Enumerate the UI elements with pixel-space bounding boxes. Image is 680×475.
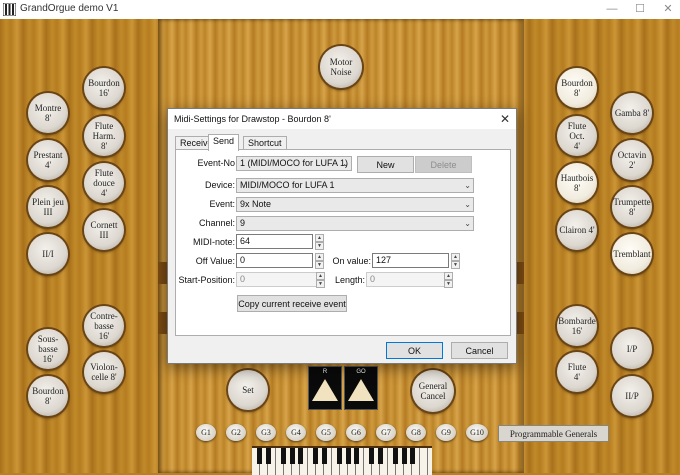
stop-bourdon-8-pedal[interactable]: Bourdon 8' bbox=[28, 376, 68, 416]
swell-go-indicator bbox=[348, 379, 374, 401]
cancel-button[interactable]: Cancel bbox=[451, 342, 508, 359]
stop-bombarde-16[interactable]: Bombarde 16' bbox=[557, 306, 597, 346]
dialog-title: Midi-Settings for Drawstop - Bourdon 8' bbox=[174, 114, 331, 124]
dialog-close-icon[interactable]: ✕ bbox=[500, 112, 510, 126]
general-g7[interactable]: G7 bbox=[376, 424, 396, 441]
length-input[interactable]: 0 bbox=[366, 272, 449, 287]
stop-flute-douce-4[interactable]: Flute douce 4' bbox=[84, 163, 124, 203]
general-g8[interactable]: G8 bbox=[406, 424, 426, 441]
motor-noise-button[interactable]: Motor Noise bbox=[320, 46, 362, 88]
stop-octavin-2[interactable]: Octavin 2' bbox=[612, 140, 652, 180]
stop-violoncelle-8[interactable]: Violon- celle 8' bbox=[84, 352, 124, 392]
on-value-input[interactable]: 127 bbox=[372, 253, 449, 268]
dialog-title-bar: Midi-Settings for Drawstop - Bourdon 8' … bbox=[168, 109, 516, 129]
off-value-input[interactable]: 0 bbox=[236, 253, 313, 268]
stop-bourdon-8[interactable]: Bourdon 8' bbox=[557, 68, 597, 108]
event-label: Event: bbox=[209, 199, 235, 209]
delete-event-button[interactable]: Delete bbox=[415, 156, 472, 173]
start-position-label: Start-Position: bbox=[178, 275, 235, 285]
tab-shortcut[interactable]: Shortcut bbox=[243, 136, 287, 150]
set-button[interactable]: Set bbox=[228, 370, 268, 410]
event-no-value: 1 (MIDI/MOCO for LUFA 1) bbox=[240, 158, 349, 168]
stop-flute-oct-4[interactable]: Flute Oct. 4' bbox=[557, 116, 597, 156]
event-value: 9x Note bbox=[240, 199, 272, 209]
swell-pedal-r[interactable]: R bbox=[308, 366, 342, 410]
general-cancel-button[interactable]: General Cancel bbox=[412, 370, 454, 412]
stop-hautbois-8[interactable]: Hautbois 8' bbox=[557, 163, 597, 203]
midi-note-spinner[interactable]: ▲ ▼ bbox=[315, 234, 324, 250]
device-select[interactable]: MIDI/MOCO for LUFA 1 ⌄ bbox=[236, 178, 474, 193]
device-value: MIDI/MOCO for LUFA 1 bbox=[240, 180, 335, 190]
stop-montre-8[interactable]: Montre 8' bbox=[28, 93, 68, 133]
organ-app-icon bbox=[3, 3, 16, 16]
general-g5[interactable]: G5 bbox=[316, 424, 336, 441]
window-title: GrandOrgue demo V1 bbox=[20, 3, 119, 14]
stop-trumpette-8[interactable]: Trumpette 8' bbox=[612, 187, 652, 227]
event-select[interactable]: 9x Note ⌄ bbox=[236, 197, 474, 212]
general-g2[interactable]: G2 bbox=[226, 424, 246, 441]
general-g4[interactable]: G4 bbox=[286, 424, 306, 441]
title-bar: GrandOrgue demo V1 — ☐ ✕ bbox=[0, 0, 680, 20]
swell-pedal-go[interactable]: GO bbox=[344, 366, 378, 410]
midi-settings-dialog: Midi-Settings for Drawstop - Bourdon 8' … bbox=[167, 108, 517, 364]
stop-clairon-4[interactable]: Clairon 4' bbox=[557, 210, 597, 250]
stop-gamba-8[interactable]: Gamba 8' bbox=[612, 93, 652, 133]
event-no-select[interactable]: 1 (MIDI/MOCO for LUFA 1) ⌄ bbox=[236, 156, 352, 171]
on-value-spinner[interactable]: ▲ ▼ bbox=[451, 253, 460, 269]
stop-tremblant[interactable]: Tremblant bbox=[612, 234, 652, 274]
channel-label: Channel: bbox=[198, 218, 235, 228]
on-value-label: On value: bbox=[332, 256, 371, 266]
stop-flute-4[interactable]: Flute 4' bbox=[557, 352, 597, 392]
event-no-label: Event-No bbox=[197, 158, 235, 168]
channel-value: 9 bbox=[240, 218, 246, 228]
length-label: Length: bbox=[334, 275, 365, 285]
stop-cornett-iii[interactable]: Cornett III bbox=[84, 210, 124, 250]
coupler-ii-p[interactable]: II/P bbox=[612, 376, 652, 416]
send-tab-panel: Event-No 1 (MIDI/MOCO for LUFA 1) ⌄ New D… bbox=[175, 149, 511, 336]
swell-r-indicator bbox=[312, 379, 338, 401]
start-position-input[interactable]: 0 bbox=[236, 272, 323, 287]
off-value-label: Off Value: bbox=[195, 256, 235, 266]
coupler-i-p[interactable]: I/P bbox=[612, 329, 652, 369]
swell-go-label: GO bbox=[356, 369, 366, 375]
stop-plein-jeu-iii[interactable]: Plein jeu III bbox=[28, 187, 68, 227]
device-label: Device: bbox=[204, 180, 235, 190]
programmable-generals-button[interactable]: Programmable Generals bbox=[498, 425, 609, 442]
maximize-button[interactable]: ☐ bbox=[632, 2, 648, 16]
midi-note-input[interactable]: 64 bbox=[236, 234, 313, 249]
minimize-button[interactable]: — bbox=[604, 2, 620, 16]
coupler-ii-i[interactable]: II/I bbox=[28, 234, 68, 274]
ok-button[interactable]: OK bbox=[386, 342, 443, 359]
channel-select[interactable]: 9 ⌄ bbox=[236, 216, 474, 231]
new-event-button[interactable]: New bbox=[357, 156, 414, 173]
general-g1[interactable]: G1 bbox=[196, 424, 216, 441]
general-g6[interactable]: G6 bbox=[346, 424, 366, 441]
off-value-spinner[interactable]: ▲ ▼ bbox=[315, 253, 324, 269]
chevron-down-icon: ⌄ bbox=[464, 181, 471, 190]
close-window-button[interactable]: ✕ bbox=[660, 2, 676, 16]
pedal-keyboard[interactable] bbox=[252, 446, 432, 475]
stop-sous-basse-16[interactable]: Sous- basse 16' bbox=[28, 329, 68, 369]
stop-prestant-4[interactable]: Prestant 4' bbox=[28, 140, 68, 180]
chevron-down-icon: ⌄ bbox=[464, 219, 471, 228]
general-g9[interactable]: G9 bbox=[436, 424, 456, 441]
chevron-down-icon: ⌄ bbox=[464, 200, 471, 209]
stop-bourdon-16[interactable]: Bourdon 16' bbox=[84, 68, 124, 108]
midi-note-label: MIDI-note: bbox=[192, 237, 235, 247]
general-g3[interactable]: G3 bbox=[256, 424, 276, 441]
chevron-down-icon: ⌄ bbox=[342, 159, 349, 168]
stop-contre-basse-16[interactable]: Contre- basse 16' bbox=[84, 306, 124, 346]
length-spinner[interactable]: ▲ ▼ bbox=[444, 272, 453, 288]
stop-flute-harm-8[interactable]: Flute Harm. 8' bbox=[84, 116, 124, 156]
general-g10[interactable]: G10 bbox=[466, 424, 488, 441]
copy-receive-event-button[interactable]: Copy current receive event bbox=[237, 295, 347, 312]
swell-r-label: R bbox=[322, 369, 328, 375]
tab-send[interactable]: Send bbox=[208, 134, 240, 151]
start-position-spinner[interactable]: ▲ ▼ bbox=[316, 272, 325, 288]
